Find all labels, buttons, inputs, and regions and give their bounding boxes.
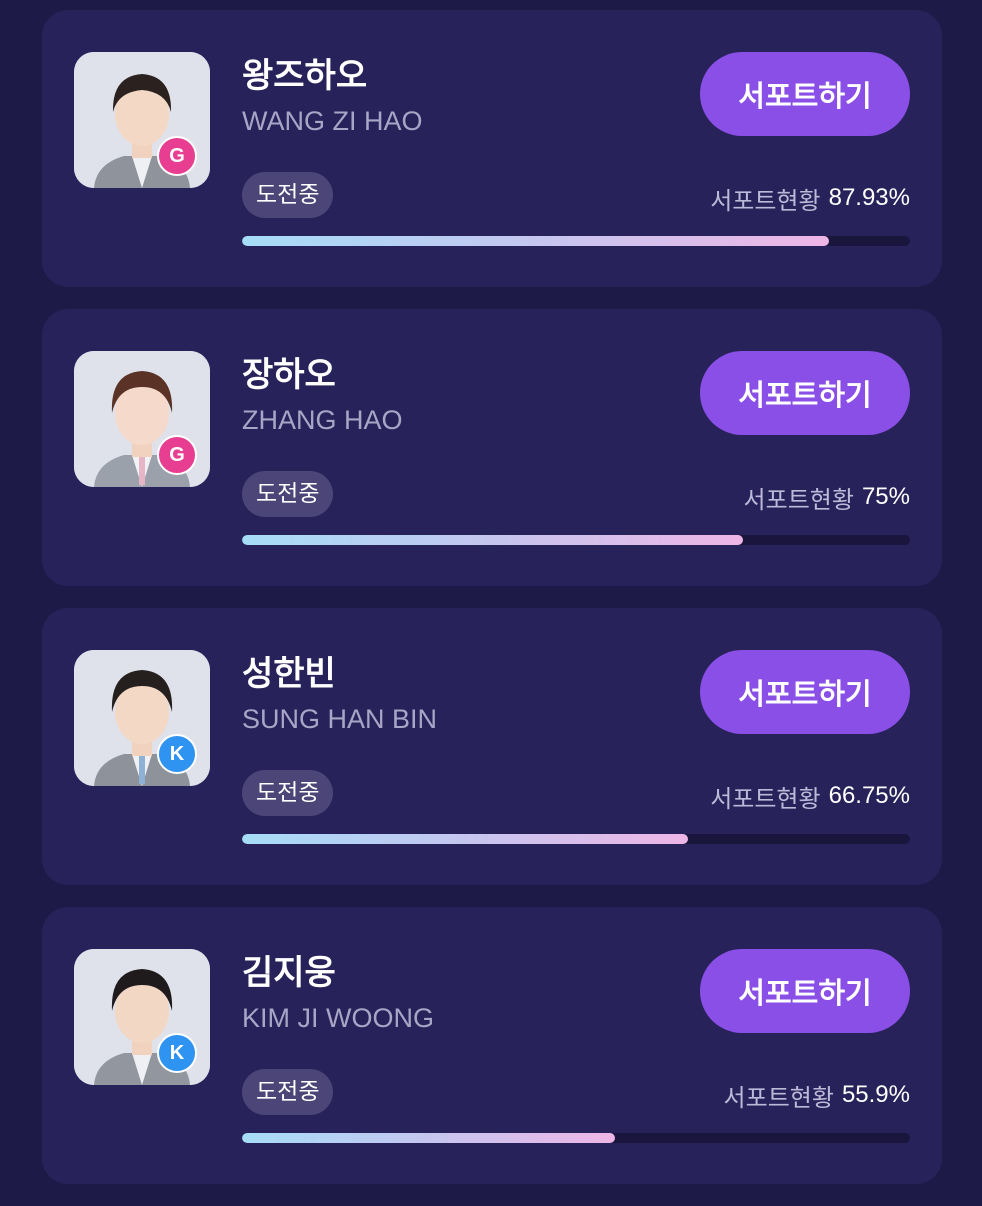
trainee-card: G 장하오 ZHANG HAO 서포트하기 도전중 서포트현황 75% xyxy=(42,309,942,586)
trainee-card: K 김지웅 KIM JI WOONG 서포트하기 도전중 서포트현황 55.9% xyxy=(42,907,942,1184)
support-progress-fill xyxy=(242,535,743,545)
trainee-name-english: SUNG HAN BIN xyxy=(242,704,438,734)
support-progress-fill xyxy=(242,834,688,844)
support-status: 서포트현황 55.9% xyxy=(724,1075,910,1115)
trainee-support-list: G 왕즈하오 WANG ZI HAO 서포트하기 도전중 서포트현황 87.93… xyxy=(42,10,942,1206)
support-button[interactable]: 서포트하기 xyxy=(700,351,910,435)
support-status-label: 서포트현황 xyxy=(710,784,821,813)
trainee-name-korean: 김지웅 xyxy=(242,953,336,993)
support-progress-bar xyxy=(242,236,910,246)
support-percent: 75% xyxy=(861,483,910,510)
group-badge: G xyxy=(157,435,197,475)
trainee-card: G 왕즈하오 WANG ZI HAO 서포트하기 도전중 서포트현황 87.93… xyxy=(42,10,942,287)
support-percent: 55.9% xyxy=(841,1081,910,1108)
support-status: 서포트현황 66.75% xyxy=(710,776,910,816)
group-badge: G xyxy=(157,136,197,176)
support-status: 서포트현황 75% xyxy=(744,477,910,517)
trainee-name-english: KIM JI WOONG xyxy=(242,1003,434,1033)
status-badge: 도전중 xyxy=(242,770,334,816)
group-badge: K xyxy=(157,734,197,774)
support-percent: 87.93% xyxy=(828,184,910,211)
support-status: 서포트현황 87.93% xyxy=(710,178,910,218)
status-badge: 도전중 xyxy=(242,1069,334,1115)
support-status-label: 서포트현황 xyxy=(723,1083,834,1112)
status-badge: 도전중 xyxy=(242,471,334,517)
group-badge: K xyxy=(157,1033,197,1073)
support-progress-fill xyxy=(242,1133,616,1143)
support-percent: 66.75% xyxy=(828,782,910,809)
status-badge: 도전중 xyxy=(242,172,334,218)
support-progress-bar xyxy=(242,1133,910,1143)
support-progress-bar xyxy=(242,834,910,844)
trainee-name-korean: 성한빈 xyxy=(242,654,336,694)
trainee-name-english: WANG ZI HAO xyxy=(242,106,423,136)
trainee-name-korean: 왕즈하오 xyxy=(242,56,368,96)
trainee-name-korean: 장하오 xyxy=(242,355,336,395)
support-progress-bar xyxy=(242,535,910,545)
support-status-label: 서포트현황 xyxy=(710,186,821,215)
trainee-card: K 성한빈 SUNG HAN BIN 서포트하기 도전중 서포트현황 66.75… xyxy=(42,608,942,885)
support-button[interactable]: 서포트하기 xyxy=(700,949,910,1033)
support-button[interactable]: 서포트하기 xyxy=(700,650,910,734)
support-status-label: 서포트현황 xyxy=(743,485,854,514)
support-button[interactable]: 서포트하기 xyxy=(700,52,910,136)
trainee-name-english: ZHANG HAO xyxy=(242,405,403,435)
support-progress-fill xyxy=(242,236,830,246)
